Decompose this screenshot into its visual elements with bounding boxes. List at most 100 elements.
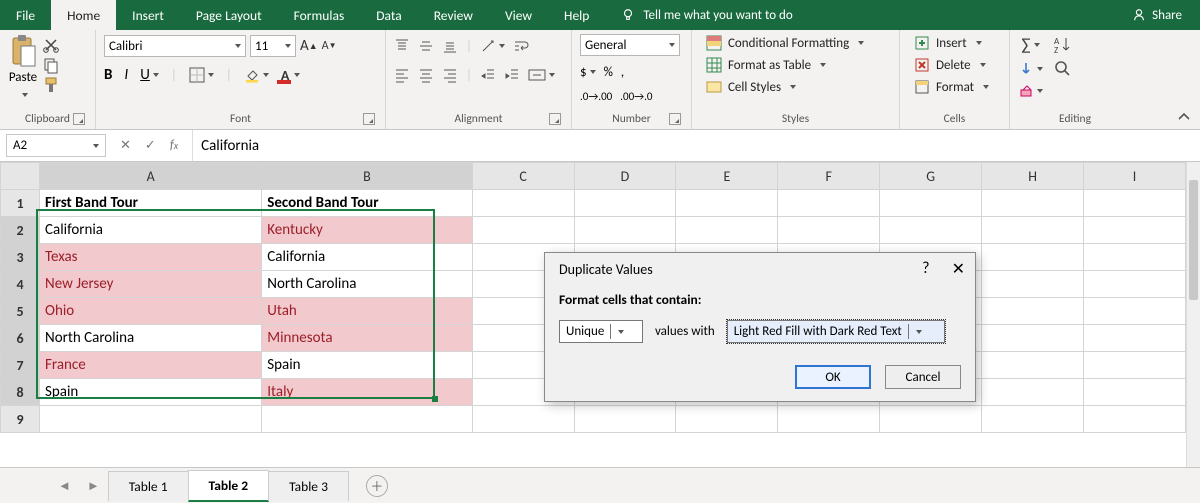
format-cells-button[interactable]: Format — [908, 78, 995, 96]
percent-button[interactable]: % — [604, 65, 613, 80]
sheet-nav-prev-icon[interactable]: ◄ — [50, 478, 79, 494]
cell-B8[interactable]: Italy — [262, 379, 472, 406]
comma-button[interactable]: , — [621, 65, 624, 80]
dialog-close-icon[interactable]: ✕ — [952, 259, 965, 279]
paste-button[interactable]: Paste — [8, 34, 38, 102]
decrease-font-icon[interactable]: A▼ — [322, 39, 337, 53]
tab-insert[interactable]: Insert — [116, 0, 180, 30]
font-family-select[interactable]: Calibri — [104, 35, 246, 57]
clipboard-dialog-launcher[interactable] — [73, 113, 85, 125]
cell-A7[interactable]: France — [40, 352, 262, 379]
font-color-icon[interactable]: A — [281, 66, 300, 84]
cell-A3[interactable]: Texas — [40, 244, 262, 271]
cancel-formula-icon[interactable]: ✕ — [120, 138, 131, 153]
vertical-scrollbar[interactable] — [1186, 162, 1200, 467]
tab-home[interactable]: Home — [51, 0, 116, 30]
format-style-select[interactable]: Light Red Fill with Dark Red Text — [727, 320, 945, 343]
cell-A1[interactable]: First Band Tour — [40, 190, 262, 217]
row-header-1[interactable]: 1 — [1, 190, 40, 217]
alignment-dialog-launcher[interactable] — [549, 113, 561, 125]
paste-dropdown-icon[interactable] — [19, 87, 28, 102]
cell-B5[interactable]: Utah — [262, 298, 472, 325]
tell-me[interactable]: Tell me what you want to do — [605, 0, 808, 30]
currency-button[interactable]: $ — [580, 65, 596, 80]
enter-formula-icon[interactable]: ✓ — [145, 138, 156, 153]
cell-A4[interactable]: New Jersey — [40, 271, 262, 298]
copy-icon[interactable] — [42, 56, 60, 74]
tab-view[interactable]: View — [489, 0, 548, 30]
cell-B4[interactable]: North Carolina — [262, 271, 472, 298]
col-header-C[interactable]: C — [472, 163, 574, 190]
row-header-5[interactable]: 5 — [1, 298, 40, 325]
select-all-corner[interactable] — [1, 163, 40, 190]
cell-B6[interactable]: Minnesota — [262, 325, 472, 352]
bold-button[interactable]: B — [104, 66, 112, 84]
row-header-3[interactable]: 3 — [1, 244, 40, 271]
italic-button[interactable]: I — [124, 66, 128, 84]
cell-B1[interactable]: Second Band Tour — [262, 190, 472, 217]
decrease-decimal-icon[interactable]: .00→.0 — [620, 90, 652, 103]
formula-input[interactable]: California — [192, 130, 1200, 161]
fill-color-icon[interactable] — [244, 67, 269, 83]
row-header-9[interactable]: 9 — [1, 406, 40, 433]
align-right-icon[interactable] — [442, 67, 458, 83]
sheet-nav-next-icon[interactable]: ► — [79, 478, 108, 494]
dialog-help-icon[interactable]: ? — [922, 259, 929, 279]
col-header-E[interactable]: E — [676, 163, 778, 190]
increase-decimal-icon[interactable]: .0→.00 — [580, 90, 612, 103]
underline-button[interactable]: U — [140, 66, 159, 84]
format-as-table-button[interactable]: Format as Table — [700, 56, 832, 74]
wrap-text-icon[interactable] — [513, 38, 531, 54]
align-bottom-icon[interactable] — [442, 38, 458, 54]
row-header-2[interactable]: 2 — [1, 217, 40, 244]
cell-B2[interactable]: Kentucky — [262, 217, 472, 244]
sort-filter-icon[interactable]: AZ — [1053, 34, 1073, 54]
col-header-H[interactable]: H — [982, 163, 1084, 190]
sheet-tab-2[interactable]: Table 2 — [188, 470, 270, 502]
tab-help[interactable]: Help — [548, 0, 605, 30]
tab-review[interactable]: Review — [418, 0, 489, 30]
cell-A5[interactable]: Ohio — [40, 298, 262, 325]
increase-font-icon[interactable]: A▲ — [300, 37, 318, 55]
tab-data[interactable]: Data — [360, 0, 417, 30]
insert-cells-button[interactable]: Insert — [908, 34, 988, 52]
fx-icon[interactable]: fx — [170, 138, 178, 153]
name-box[interactable]: A2 — [6, 134, 106, 157]
selection-fill-handle[interactable] — [432, 396, 438, 402]
align-left-icon[interactable] — [394, 67, 410, 83]
cell-A6[interactable]: North Carolina — [40, 325, 262, 352]
autosum-icon[interactable]: ∑ — [1018, 34, 1043, 55]
increase-indent-icon[interactable] — [504, 67, 520, 83]
row-header-4[interactable]: 4 — [1, 271, 40, 298]
cut-icon[interactable] — [42, 36, 60, 54]
borders-icon[interactable] — [189, 67, 214, 83]
cancel-button[interactable]: Cancel — [885, 365, 961, 389]
number-format-select[interactable]: General — [580, 34, 680, 56]
orientation-icon[interactable] — [480, 38, 505, 54]
align-center-icon[interactable] — [418, 67, 434, 83]
conditional-formatting-button[interactable]: Conditional Formatting — [700, 34, 870, 52]
duplicate-mode-select[interactable]: Unique — [559, 320, 643, 343]
add-sheet-button[interactable]: ＋ — [366, 475, 388, 497]
cell-A8[interactable]: Spain — [40, 379, 262, 406]
row-header-7[interactable]: 7 — [1, 352, 40, 379]
tab-formulas[interactable]: Formulas — [278, 0, 361, 30]
ok-button[interactable]: OK — [795, 365, 871, 389]
cell-styles-button[interactable]: Cell Styles — [700, 78, 802, 96]
col-header-B[interactable]: B — [262, 163, 472, 190]
decrease-indent-icon[interactable] — [480, 67, 496, 83]
col-header-G[interactable]: G — [880, 163, 982, 190]
sheet-tab-3[interactable]: Table 3 — [268, 471, 349, 501]
merge-center-icon[interactable] — [528, 67, 555, 83]
row-header-8[interactable]: 8 — [1, 379, 40, 406]
share-button[interactable]: Share — [1114, 0, 1200, 30]
font-size-select[interactable]: 11 — [250, 35, 296, 57]
cell-B3[interactable]: California — [262, 244, 472, 271]
number-dialog-launcher[interactable] — [669, 113, 681, 125]
tab-file[interactable]: File — [0, 0, 51, 30]
cell-B7[interactable]: Spain — [262, 352, 472, 379]
delete-cells-button[interactable]: Delete — [908, 56, 992, 74]
align-middle-icon[interactable] — [418, 38, 434, 54]
collapse-ribbon-icon[interactable] — [1176, 109, 1192, 125]
cell-A2[interactable]: California — [40, 217, 262, 244]
